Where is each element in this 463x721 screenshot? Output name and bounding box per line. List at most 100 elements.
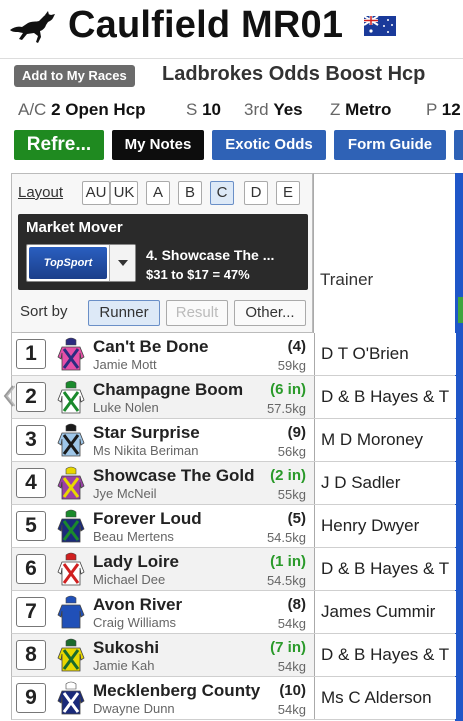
bookie-select[interactable]: TopSport [26,244,136,282]
runner-row[interactable]: 8 Sukoshi Jamie Kah (7 in) 54kg D & B Ha… [11,634,456,677]
weight: 54kg [277,702,306,717]
toolbar: Refre... My Notes Exotic Odds Form Guide [0,128,463,164]
trainer-name: James Cummir [314,591,456,633]
layout-tab-a[interactable]: A [146,181,170,205]
jockey-name: Luke Nolen [93,400,159,415]
jockey-name: Ms Nikita Beriman [93,443,199,458]
saddlecloth-number: 6 [16,554,46,584]
market-mover-title: Market Mover [26,219,123,236]
layout-selector: Layout AU UK A B C D E [12,180,312,206]
saddlecloth-number: 9 [16,683,46,713]
layout-tab-e[interactable]: E [276,181,300,205]
info-prize: P 12 [426,100,461,119]
sort-result-button[interactable]: Result [166,300,228,326]
trainer-name: D & B Hayes & T [314,634,456,676]
weight: 54kg [277,659,306,674]
runner-main: 8 Sukoshi Jamie Kah (7 in) 54kg [12,634,314,676]
runner-name[interactable]: Champagne Boom [93,380,243,400]
market-mover-runner: 4. Showcase The ... [146,247,275,263]
barrier: (10) [279,682,306,699]
layout-tab-au[interactable]: AU [82,181,110,205]
refresh-button[interactable]: Refre... [14,130,104,160]
exotic-odds-button[interactable]: Exotic Odds [212,130,326,160]
layout-tab-d[interactable]: D [244,181,268,205]
runner-row[interactable]: 6 Lady Loire Michael Dee (1 in) 54.5kg D… [11,548,456,591]
runner-main: 5 Forever Loud Beau Mertens (5) 54.5kg [12,505,314,547]
jockey-silk-icon [57,337,85,371]
silk-cap [65,552,77,561]
saddlecloth-number: 7 [16,597,46,627]
runner-main: 6 Lady Loire Michael Dee (1 in) 54.5kg [12,548,314,590]
layout-tab-uk[interactable]: UK [110,181,138,205]
trainer-header-label: Trainer [320,270,374,289]
runner-row[interactable]: 7 Avon River Craig Williams (8) 54kg Jam… [11,591,456,634]
barrier: (6 in) [270,381,306,398]
layout-tab-b[interactable]: B [178,181,202,205]
weight: 54.5kg [266,573,306,588]
silk-cap [65,509,77,518]
runner-name[interactable]: Mecklenberg County [93,681,260,701]
trainer-name: M D Moroney [314,419,456,461]
runner-name[interactable]: Star Surprise [93,423,200,443]
runner-row[interactable]: 2 Champagne Boom Luke Nolen (6 in) 57.5k… [11,376,456,419]
layout-tab-c[interactable]: C [210,181,234,205]
silk-cap [65,380,77,389]
more-button[interactable] [454,130,463,160]
runner-name[interactable]: Forever Loud [93,509,202,529]
runner-name[interactable]: Sukoshi [93,638,159,658]
jockey-name: Craig Williams [93,615,177,630]
jockey-name: Jamie Mott [93,357,157,372]
jockey-silk-icon [57,681,85,715]
weight: 55kg [277,487,306,502]
runner-row[interactable]: 4 Showcase The Gold Jye McNeil (2 in) 55… [11,462,456,505]
runner-list: 1 Can't Be Done Jamie Mott (4) 59kg D T … [11,333,456,720]
runner-row[interactable]: 9 Mecklenberg County Dwayne Dunn (10) 54… [11,677,456,720]
saddlecloth-number: 1 [16,339,46,369]
silk-cap [65,423,77,432]
runner-main: 7 Avon River Craig Williams (8) 54kg [12,591,314,633]
runner-name[interactable]: Showcase The Gold [93,466,255,486]
silk-cap [65,681,77,690]
chevron-left-icon[interactable] [3,384,15,408]
runner-row[interactable]: 5 Forever Loud Beau Mertens (5) 54.5kg H… [11,505,456,548]
sort-label: Sort by [20,303,68,320]
trainer-name: D & B Hayes & T [314,548,456,590]
sort-other-button[interactable]: Other... [234,300,306,326]
runner-name[interactable]: Can't Be Done [93,337,209,357]
barrier: (7 in) [270,639,306,656]
runner-main: 1 Can't Be Done Jamie Mott (4) 59kg [12,333,314,375]
info-class: A/C 2 Open Hcp [18,100,146,119]
chevron-down-icon[interactable] [109,245,135,281]
trainer-name: J D Sadler [314,462,456,504]
runner-panel-header: Layout AU UK A B C D E Market Mover TopS… [11,173,313,333]
race-title-row: Add to My Races Ladbrokes Odds Boost Hcp [0,58,463,90]
info-zone: Z Metro [330,100,392,119]
australia-flag-icon [364,16,396,36]
runner-row[interactable]: 3 Star Surprise Ms Nikita Beriman (9) 56… [11,419,456,462]
jockey-silk-icon [57,466,85,500]
runner-name[interactable]: Avon River [93,595,182,615]
jockey-silk-icon [57,595,85,629]
page-title: Caulfield MR01 [68,4,344,46]
jockey-name: Beau Mertens [93,529,174,544]
layout-label[interactable]: Layout [18,184,63,201]
form-guide-button[interactable]: Form Guide [334,130,446,160]
barrier: (5) [287,510,306,527]
jockey-silk-icon [57,638,85,672]
info-third: 3rd Yes [244,100,303,119]
sort-runner-button[interactable]: Runner [88,300,160,326]
my-notes-button[interactable]: My Notes [112,130,204,160]
race-info-row: A/C 2 Open Hcp S 10 3rd Yes Z Metro P 12 [0,96,463,124]
weight: 54kg [277,616,306,631]
jockey-name: Michael Dee [93,572,166,587]
add-to-my-races-button[interactable]: Add to My Races [14,65,135,87]
race-name: Ladbrokes Odds Boost Hcp [162,63,426,85]
trainer-name: D T O'Brien [314,333,456,375]
info-starters: S 10 [186,100,221,119]
runner-row[interactable]: 1 Can't Be Done Jamie Mott (4) 59kg D T … [11,333,456,376]
runner-name[interactable]: Lady Loire [93,552,179,572]
silk-cap [65,638,77,647]
market-mover: Market Mover TopSport 4. Showcase The ..… [18,214,308,290]
saddlecloth-number: 8 [16,640,46,670]
barrier: (1 in) [270,553,306,570]
